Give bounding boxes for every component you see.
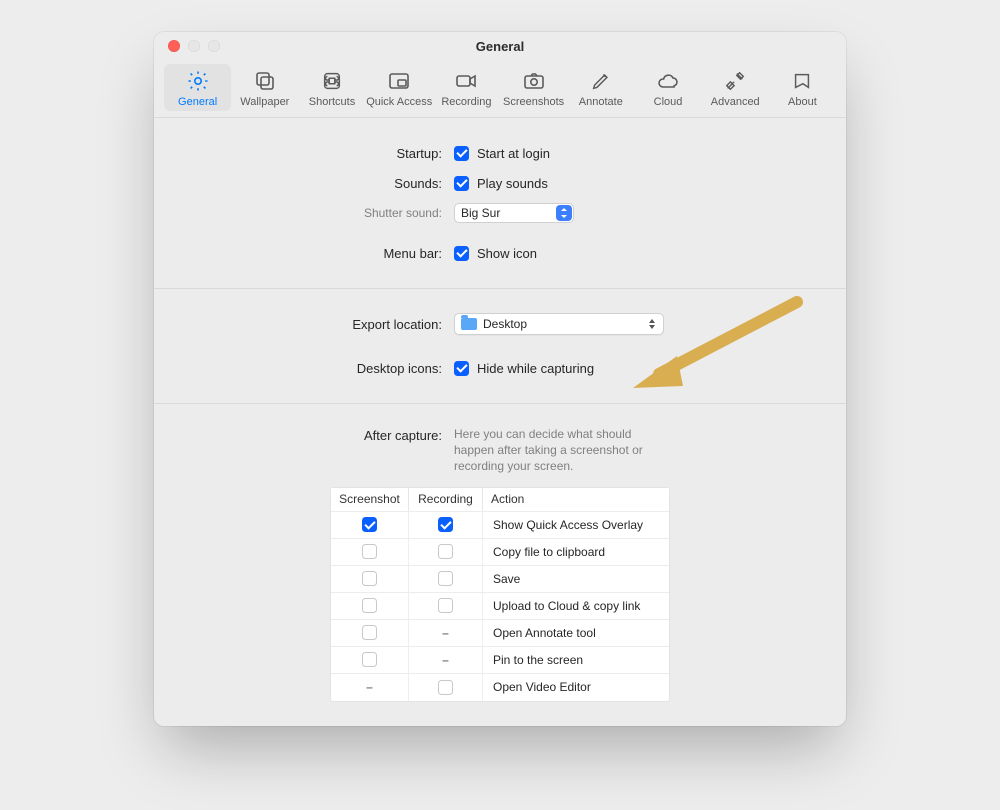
select-value: Big Sur	[461, 206, 500, 220]
action-label: Pin to the screen	[493, 653, 583, 667]
tab-label: About	[788, 96, 817, 108]
tab-wallpaper[interactable]: Wallpaper	[231, 64, 298, 111]
label-menubar: Menu bar:	[154, 246, 454, 261]
label-desktop-icons: Desktop icons:	[154, 361, 454, 376]
select-export-location[interactable]: Desktop	[454, 313, 664, 335]
after-capture-table: Screenshot Recording Action Show Quick A…	[330, 487, 670, 702]
label-startup: Startup:	[154, 146, 454, 161]
tab-label: Quick Access	[366, 96, 432, 108]
tab-quick-access[interactable]: Quick Access	[366, 64, 433, 111]
col-action: Action	[483, 488, 669, 511]
table-row: Copy file to clipboard	[331, 539, 669, 566]
gear-icon	[185, 68, 211, 94]
titlebar: General	[154, 32, 846, 60]
label-sounds: Sounds:	[154, 176, 454, 191]
tab-label: Wallpaper	[240, 96, 289, 108]
not-applicable-icon: –	[362, 680, 377, 695]
tab-label: Annotate	[579, 96, 623, 108]
panel-general-1: Startup: Start at login Sounds: Play sou…	[154, 118, 846, 289]
not-applicable-icon: –	[438, 652, 453, 667]
table-row: – Open Annotate tool	[331, 620, 669, 647]
table-checkbox[interactable]	[438, 544, 453, 559]
app-icon	[789, 68, 815, 94]
checkbox-show-icon[interactable]	[454, 246, 469, 261]
window-title: General	[154, 39, 846, 54]
tab-label: Screenshots	[503, 96, 564, 108]
cloud-icon	[655, 68, 681, 94]
checkbox-label: Start at login	[477, 146, 550, 161]
label-after-capture: After capture:	[154, 426, 454, 443]
table-checkbox[interactable]	[438, 571, 453, 586]
label-export: Export location:	[154, 317, 454, 332]
checkbox-label: Hide while capturing	[477, 361, 594, 376]
table-checkbox[interactable]	[438, 517, 453, 532]
after-capture-description: Here you can decide what should happen a…	[454, 426, 654, 475]
tab-general[interactable]: General	[164, 64, 231, 111]
checkbox-label: Show icon	[477, 246, 537, 261]
tab-label: Advanced	[711, 96, 760, 108]
select-value: Desktop	[483, 317, 527, 331]
table-row: Save	[331, 566, 669, 593]
folder-icon	[461, 318, 477, 330]
action-label: Copy file to clipboard	[493, 545, 605, 559]
tab-cloud[interactable]: Cloud	[634, 64, 701, 111]
preferences-window: General General Wallpaper Shortcuts Qui	[154, 32, 846, 726]
table-checkbox[interactable]	[362, 652, 377, 667]
col-recording: Recording	[409, 488, 483, 511]
wallpaper-icon	[252, 68, 278, 94]
table-checkbox[interactable]	[362, 517, 377, 532]
action-label: Upload to Cloud & copy link	[493, 599, 640, 613]
tab-shortcuts[interactable]: Shortcuts	[298, 64, 365, 111]
action-label: Open Annotate tool	[493, 626, 596, 640]
video-icon	[453, 68, 479, 94]
label-shutter: Shutter sound:	[154, 206, 454, 220]
command-icon	[319, 68, 345, 94]
checkbox-start-at-login[interactable]	[454, 146, 469, 161]
table-checkbox[interactable]	[438, 680, 453, 695]
table-checkbox[interactable]	[362, 598, 377, 613]
not-applicable-icon: –	[438, 625, 453, 640]
tab-label: Shortcuts	[309, 96, 355, 108]
camera-icon	[521, 68, 547, 94]
chevron-updown-icon	[647, 314, 657, 334]
col-screenshot: Screenshot	[331, 488, 409, 511]
tab-advanced[interactable]: Advanced	[702, 64, 769, 111]
preferences-toolbar: General Wallpaper Shortcuts Quick Access…	[154, 60, 846, 118]
table-checkbox[interactable]	[362, 625, 377, 640]
chevron-updown-icon	[556, 205, 572, 221]
table-checkbox[interactable]	[362, 571, 377, 586]
tab-screenshots[interactable]: Screenshots	[500, 64, 567, 111]
select-shutter-sound[interactable]: Big Sur	[454, 203, 574, 223]
pencil-icon	[588, 68, 614, 94]
panel-after-capture: After capture: Here you can decide what …	[154, 404, 846, 726]
table-row: – Open Video Editor	[331, 674, 669, 701]
checkbox-hide-while-capturing[interactable]	[454, 361, 469, 376]
tab-label: Cloud	[654, 96, 683, 108]
table-row: Upload to Cloud & copy link	[331, 593, 669, 620]
table-checkbox[interactable]	[362, 544, 377, 559]
action-label: Show Quick Access Overlay	[493, 518, 643, 532]
tab-label: Recording	[441, 96, 491, 108]
tab-annotate[interactable]: Annotate	[567, 64, 634, 111]
table-checkbox[interactable]	[438, 598, 453, 613]
action-label: Open Video Editor	[493, 680, 591, 694]
tab-label: General	[178, 96, 217, 108]
tab-recording[interactable]: Recording	[433, 64, 500, 111]
tools-icon	[722, 68, 748, 94]
action-label: Save	[493, 572, 520, 586]
checkbox-play-sounds[interactable]	[454, 176, 469, 191]
panel-general-2: Export location: Desktop Desktop icons: …	[154, 289, 846, 404]
table-header: Screenshot Recording Action	[331, 488, 669, 512]
table-row: – Pin to the screen	[331, 647, 669, 674]
checkbox-label: Play sounds	[477, 176, 548, 191]
thumbnail-icon	[386, 68, 412, 94]
tab-about[interactable]: About	[769, 64, 836, 111]
table-row: Show Quick Access Overlay	[331, 512, 669, 539]
